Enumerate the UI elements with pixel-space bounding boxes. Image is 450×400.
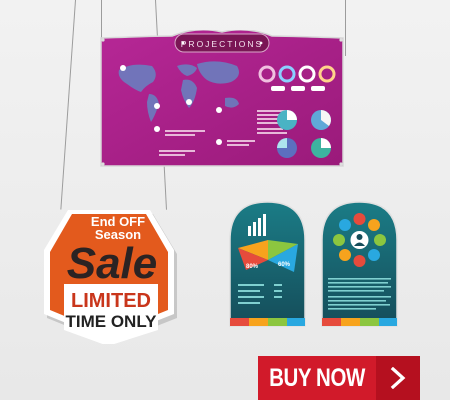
sale-offer-line1: LIMITED bbox=[71, 290, 151, 312]
hanging-wire bbox=[60, 0, 76, 210]
board-color-strip bbox=[322, 318, 397, 326]
projections-sign: PROJECTIONS bbox=[100, 30, 344, 167]
buy-now-button[interactable]: BUY NOW bbox=[258, 356, 420, 400]
sale-badge: End OFF Season Sale LIMITED TIME ONLY bbox=[44, 210, 177, 344]
board-value-2: 60% bbox=[278, 262, 291, 268]
board-color-strip bbox=[230, 318, 305, 326]
infographic-board-network bbox=[321, 201, 398, 327]
infographic-board-chart: 80% 60% bbox=[229, 201, 306, 327]
chevron-right-icon bbox=[376, 356, 420, 400]
sale-headline: Sale bbox=[67, 239, 158, 288]
buy-now-label: BUY NOW bbox=[269, 363, 365, 392]
legend-buttons bbox=[271, 86, 325, 91]
sale-offer-line2: TIME ONLY bbox=[66, 312, 158, 331]
sign-title: PROJECTIONS bbox=[181, 39, 263, 49]
board-value-1: 80% bbox=[246, 264, 259, 270]
